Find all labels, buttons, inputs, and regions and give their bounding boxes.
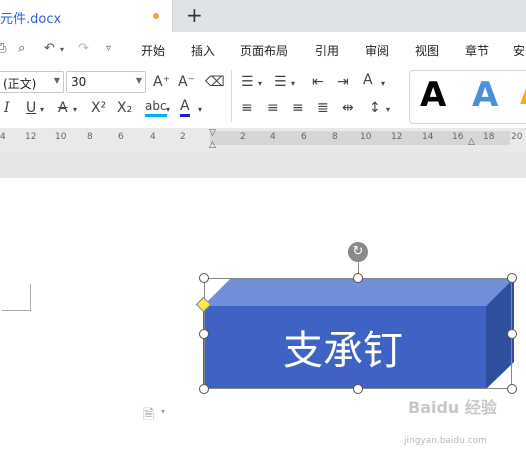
line-spacing-icon[interactable]: ↕	[369, 100, 381, 116]
document-icon[interactable]: 🗎	[143, 404, 154, 428]
unsaved-indicator-icon	[153, 13, 159, 19]
tab-section[interactable]: 章节	[465, 42, 489, 59]
ruler-label: 16	[452, 132, 464, 142]
ruler-label: 4	[150, 132, 156, 142]
toolbar-divider	[231, 70, 232, 122]
selection-frame	[204, 278, 512, 389]
document-tab[interactable]: 元件.docx	[0, 0, 173, 32]
font-name-value: (正文)	[3, 77, 37, 91]
resize-handle-bottom[interactable]	[353, 384, 363, 394]
shrink-font-button[interactable]: A⁻	[178, 74, 195, 90]
horizontal-ruler[interactable]: 4 12 10 8 6 4 2 2 4 6 8 10 12 14 16 18 2…	[0, 128, 526, 153]
resize-handle-top-left[interactable]	[199, 273, 209, 283]
superscript-button[interactable]: X²	[91, 100, 106, 116]
numbered-list-dropdown-icon[interactable]: ▾	[291, 76, 295, 92]
ruler-label: 4	[0, 132, 6, 142]
align-center-icon[interactable]: ≡	[267, 100, 279, 116]
font-size-value: 30	[71, 75, 87, 89]
ruler-label: 2	[240, 132, 246, 142]
tab-view[interactable]: 视图	[415, 42, 439, 59]
font-size-select[interactable]: 30 ▼	[66, 71, 146, 93]
tab-bar: 元件.docx +	[0, 0, 526, 32]
text-direction-icon[interactable]: A	[363, 72, 373, 88]
font-color-dropdown-icon[interactable]: ▾	[198, 102, 202, 118]
document-page[interactable]: 🗎 ▾ 支承钉 ↻ Baidu 经验 jingyan.baidu.com	[0, 178, 526, 459]
distributed-align-icon[interactable]: ⇹	[342, 100, 354, 116]
font-color-button[interactable]: A	[180, 98, 190, 117]
chevron-down-icon: ▼	[53, 76, 60, 85]
undo-icon[interactable]: ↶	[44, 41, 55, 56]
print-preview-icon[interactable]: ⌕	[18, 41, 25, 56]
rotate-handle-icon[interactable]: ↻	[348, 242, 368, 262]
margin-corner-mark	[2, 284, 31, 311]
resize-handle-top[interactable]	[353, 273, 363, 283]
tab-references[interactable]: 引用	[315, 42, 339, 59]
ruler-label: 18	[483, 132, 495, 142]
style-sample-black[interactable]: A	[420, 75, 446, 115]
phonetic-dropdown-icon[interactable]: ▾	[166, 102, 170, 118]
numbered-list-icon[interactable]: ☰	[274, 74, 287, 90]
print-icon[interactable]: ⎙	[0, 41, 6, 56]
right-indent-marker[interactable]: △	[468, 137, 475, 147]
page-gap	[0, 152, 526, 178]
ruler-label: 4	[270, 132, 276, 142]
text-style-gallery[interactable]: A A A	[409, 70, 526, 124]
resize-handle-bottom-left[interactable]	[199, 384, 209, 394]
tab-insert[interactable]: 插入	[191, 42, 215, 59]
undo-dropdown-icon[interactable]: ▾	[60, 45, 64, 54]
customize-icon[interactable]: ▿	[106, 43, 111, 54]
underline-button[interactable]: U	[26, 100, 36, 116]
tab-review[interactable]: 审阅	[365, 42, 389, 59]
document-tab-title: 元件.docx	[0, 12, 62, 27]
bullet-list-dropdown-icon[interactable]: ▾	[258, 76, 262, 92]
phonetic-button[interactable]: abc	[145, 98, 167, 117]
strikethrough-dropdown-icon[interactable]: ▾	[73, 102, 77, 118]
bullet-list-icon[interactable]: ☰	[241, 74, 254, 90]
resize-handle-right[interactable]	[507, 329, 517, 339]
tab-home[interactable]: 开始	[141, 42, 165, 59]
style-sample-blue[interactable]: A	[472, 75, 498, 115]
ruler-label: 8	[87, 132, 93, 142]
clear-format-button[interactable]: ⌫	[205, 74, 225, 90]
resize-handle-top-right[interactable]	[507, 273, 517, 283]
decrease-indent-icon[interactable]: ⇤	[312, 74, 324, 90]
watermark-text: Baidu 经验	[408, 398, 497, 417]
formatting-toolbar: (正文) ▼ 30 ▼ A⁺ A⁻ ⌫ I U ▾ A ▾ X² X₂ abc …	[0, 66, 526, 129]
italic-button[interactable]: I	[4, 100, 10, 116]
new-tab-button[interactable]: +	[186, 3, 203, 27]
menu-bar: ⎙ ⌕ ↶ ▾ ↷ ▿ 开始 插入 页面布局 引用 审阅 视图 章节 安	[0, 32, 526, 66]
ruler-label: 20	[511, 132, 523, 142]
ruler-label: 6	[301, 132, 307, 142]
chevron-down-icon: ▼	[135, 76, 142, 85]
hanging-indent-marker[interactable]: △	[209, 140, 216, 150]
font-name-select[interactable]: (正文) ▼	[0, 71, 64, 93]
align-right-icon[interactable]: ≡	[292, 100, 304, 116]
ruler-label: 12	[25, 132, 37, 142]
ruler-label: 10	[55, 132, 67, 142]
grow-font-button[interactable]: A⁺	[153, 74, 170, 90]
increase-indent-icon[interactable]: ⇥	[337, 74, 349, 90]
resize-handle-left[interactable]	[199, 329, 209, 339]
tab-security[interactable]: 安	[513, 42, 525, 59]
first-line-indent-marker[interactable]: ▽	[209, 128, 216, 138]
style-sample-gold[interactable]: A	[520, 77, 526, 112]
ruler-label: 12	[391, 132, 403, 142]
ruler-label: 14	[422, 132, 434, 142]
watermark-subtext: jingyan.baidu.com	[404, 436, 488, 446]
ruler-label: 10	[360, 132, 372, 142]
ruler-label: 2	[180, 132, 186, 142]
tab-page-layout[interactable]: 页面布局	[240, 42, 288, 59]
ruler-label: 8	[332, 132, 338, 142]
strikethrough-button[interactable]: A	[58, 100, 68, 116]
align-left-icon[interactable]: ≡	[241, 100, 253, 116]
line-spacing-dropdown-icon[interactable]: ▾	[386, 102, 390, 118]
chevron-down-icon[interactable]: ▾	[161, 407, 165, 416]
ruler-label: 6	[118, 132, 124, 142]
text-direction-dropdown-icon[interactable]: ▾	[381, 76, 385, 92]
justify-icon[interactable]: ≣	[317, 100, 329, 116]
subscript-button[interactable]: X₂	[117, 100, 132, 116]
redo-icon[interactable]: ↷	[78, 41, 89, 56]
resize-handle-bottom-right[interactable]	[507, 384, 517, 394]
underline-dropdown-icon[interactable]: ▾	[40, 102, 44, 118]
